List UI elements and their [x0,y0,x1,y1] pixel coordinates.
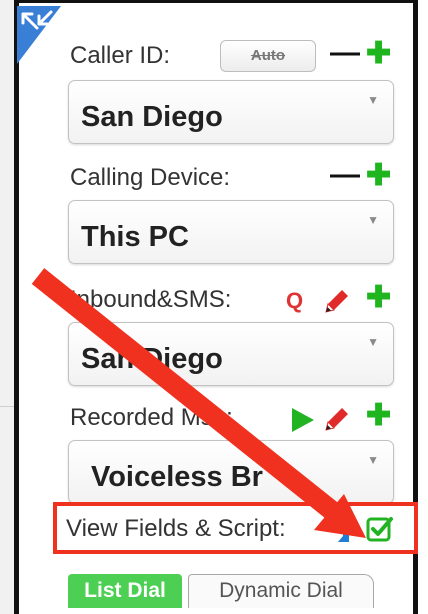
annotation-arrow [31,268,366,538]
